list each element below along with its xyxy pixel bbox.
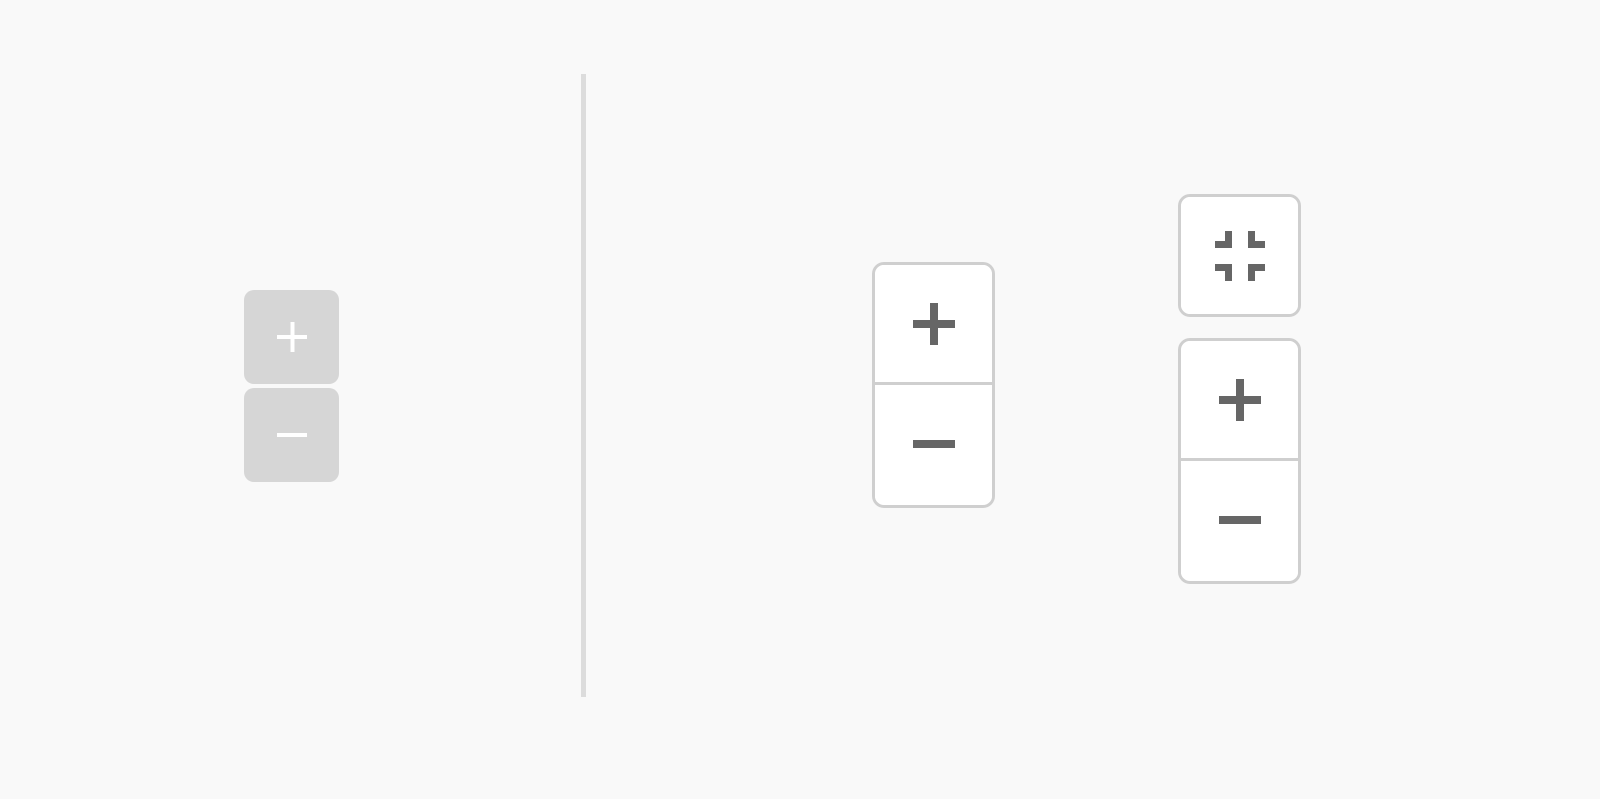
fit-control	[1178, 194, 1301, 317]
new-zoom-controls	[872, 262, 995, 508]
zoom-in-button[interactable]	[875, 265, 992, 382]
old-zoom-controls	[244, 290, 339, 482]
new-zoom-controls-with-fit	[1178, 338, 1301, 584]
exit-fullscreen-icon	[1214, 230, 1265, 281]
zoom-out-button[interactable]	[875, 385, 992, 502]
zoom-in-button[interactable]	[1181, 341, 1298, 458]
plus-icon	[912, 302, 955, 345]
exit-fullscreen-button[interactable]	[1181, 197, 1298, 314]
zoom-out-button[interactable]	[1181, 461, 1298, 578]
old-zoom-in-button[interactable]	[244, 290, 339, 384]
minus-icon	[912, 439, 955, 449]
comparison-canvas	[0, 0, 1600, 799]
minus-icon	[1218, 515, 1261, 525]
plus-icon	[1218, 378, 1261, 421]
divider	[581, 74, 586, 697]
old-zoom-out-button[interactable]	[244, 388, 339, 482]
plus-icon	[276, 322, 307, 352]
minus-icon	[276, 432, 307, 438]
